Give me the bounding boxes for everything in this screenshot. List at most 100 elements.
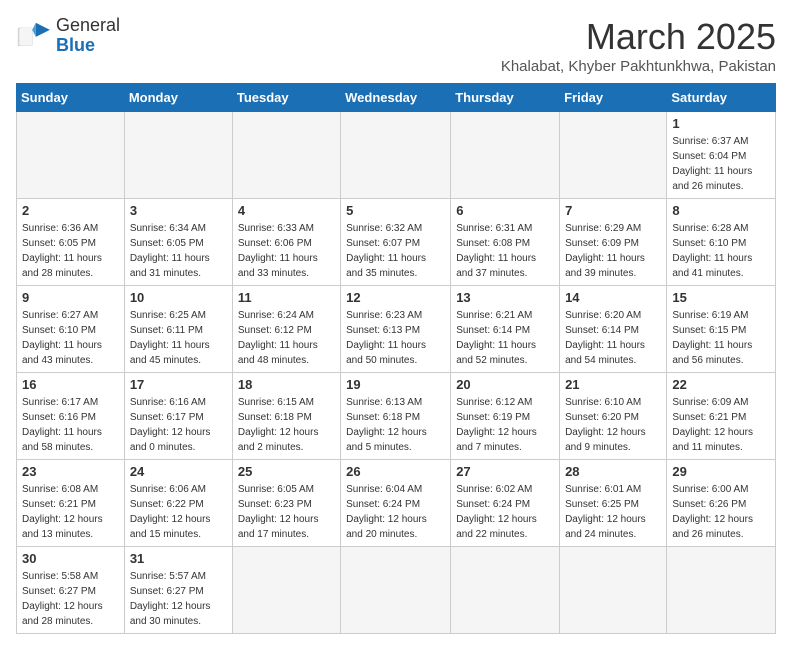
- week-row-1: 2 Sunrise: 6:36 AM Sunset: 6:05 PM Daylig…: [17, 199, 776, 286]
- calendar-cell: 20 Sunrise: 6:12 AM Sunset: 6:19 PM Dayli…: [451, 373, 560, 460]
- header: GeneralBlue March 2025 Khalabat, Khyber …: [16, 16, 776, 75]
- calendar-cell: [560, 547, 667, 634]
- day-number: 24: [130, 464, 227, 479]
- calendar-cell: 2 Sunrise: 6:36 AM Sunset: 6:05 PM Daylig…: [17, 199, 125, 286]
- day-info: Sunrise: 6:25 AM Sunset: 6:11 PM Dayligh…: [130, 308, 227, 368]
- day-number: 30: [22, 551, 119, 566]
- day-number: 10: [130, 290, 227, 305]
- calendar-cell: 24 Sunrise: 6:06 AM Sunset: 6:22 PM Dayli…: [124, 460, 232, 547]
- day-number: 26: [346, 464, 445, 479]
- weekday-header-friday: Friday: [560, 84, 667, 112]
- title-area: March 2025 Khalabat, Khyber Pakhtunkhwa,…: [501, 16, 776, 75]
- location-title: Khalabat, Khyber Pakhtunkhwa, Pakistan: [501, 58, 776, 75]
- day-info: Sunrise: 6:27 AM Sunset: 6:10 PM Dayligh…: [22, 308, 119, 368]
- day-info: Sunrise: 6:28 AM Sunset: 6:10 PM Dayligh…: [672, 221, 770, 281]
- day-info: Sunrise: 6:08 AM Sunset: 6:21 PM Dayligh…: [22, 482, 119, 542]
- calendar-cell: 31 Sunrise: 5:57 AM Sunset: 6:27 PM Dayli…: [124, 547, 232, 634]
- calendar-cell: 6 Sunrise: 6:31 AM Sunset: 6:08 PM Daylig…: [451, 199, 560, 286]
- day-info: Sunrise: 6:10 AM Sunset: 6:20 PM Dayligh…: [565, 395, 661, 455]
- calendar-cell: 8 Sunrise: 6:28 AM Sunset: 6:10 PM Daylig…: [667, 199, 776, 286]
- calendar-cell: [451, 112, 560, 199]
- calendar-cell: 3Sunrise: 6:34 AM Sunset: 6:05 PM Daylig…: [124, 199, 232, 286]
- day-number: 29: [672, 464, 770, 479]
- day-info: Sunrise: 6:34 AM Sunset: 6:05 PM Dayligh…: [130, 221, 227, 281]
- day-info: Sunrise: 5:58 AM Sunset: 6:27 PM Dayligh…: [22, 569, 119, 629]
- day-info: Sunrise: 6:19 AM Sunset: 6:15 PM Dayligh…: [672, 308, 770, 368]
- day-number: 16: [22, 377, 119, 392]
- day-info: Sunrise: 6:20 AM Sunset: 6:14 PM Dayligh…: [565, 308, 661, 368]
- logo-icon: [16, 21, 52, 51]
- calendar-cell: 5Sunrise: 6:32 AM Sunset: 6:07 PM Daylig…: [341, 199, 451, 286]
- day-info: Sunrise: 6:04 AM Sunset: 6:24 PM Dayligh…: [346, 482, 445, 542]
- calendar-cell: 17Sunrise: 6:16 AM Sunset: 6:17 PM Dayli…: [124, 373, 232, 460]
- day-number: 11: [238, 290, 335, 305]
- day-number: 25: [238, 464, 335, 479]
- week-row-5: 30 Sunrise: 5:58 AM Sunset: 6:27 PM Dayli…: [17, 547, 776, 634]
- calendar-cell: [341, 547, 451, 634]
- day-info: Sunrise: 5:57 AM Sunset: 6:27 PM Dayligh…: [130, 569, 227, 629]
- day-number: 27: [456, 464, 554, 479]
- day-number: 5: [346, 203, 445, 218]
- calendar-cell: 27Sunrise: 6:02 AM Sunset: 6:24 PM Dayli…: [451, 460, 560, 547]
- day-number: 31: [130, 551, 227, 566]
- calendar-cell: 21 Sunrise: 6:10 AM Sunset: 6:20 PM Dayli…: [560, 373, 667, 460]
- week-row-2: 9 Sunrise: 6:27 AM Sunset: 6:10 PM Daylig…: [17, 286, 776, 373]
- weekday-header-sunday: Sunday: [17, 84, 125, 112]
- calendar-cell: 15 Sunrise: 6:19 AM Sunset: 6:15 PM Dayli…: [667, 286, 776, 373]
- day-info: Sunrise: 6:23 AM Sunset: 6:13 PM Dayligh…: [346, 308, 445, 368]
- calendar-cell: 16 Sunrise: 6:17 AM Sunset: 6:16 PM Dayli…: [17, 373, 125, 460]
- calendar-cell: 29 Sunrise: 6:00 AM Sunset: 6:26 PM Dayli…: [667, 460, 776, 547]
- calendar-cell: 22Sunrise: 6:09 AM Sunset: 6:21 PM Dayli…: [667, 373, 776, 460]
- day-number: 15: [672, 290, 770, 305]
- calendar-cell: 10 Sunrise: 6:25 AM Sunset: 6:11 PM Dayli…: [124, 286, 232, 373]
- day-info: Sunrise: 6:06 AM Sunset: 6:22 PM Dayligh…: [130, 482, 227, 542]
- day-info: Sunrise: 6:17 AM Sunset: 6:16 PM Dayligh…: [22, 395, 119, 455]
- day-number: 13: [456, 290, 554, 305]
- day-info: Sunrise: 6:05 AM Sunset: 6:23 PM Dayligh…: [238, 482, 335, 542]
- month-title: March 2025: [501, 16, 776, 58]
- day-number: 18: [238, 377, 335, 392]
- day-info: Sunrise: 6:29 AM Sunset: 6:09 PM Dayligh…: [565, 221, 661, 281]
- day-number: 2: [22, 203, 119, 218]
- calendar-cell: 28 Sunrise: 6:01 AM Sunset: 6:25 PM Dayli…: [560, 460, 667, 547]
- week-row-3: 16 Sunrise: 6:17 AM Sunset: 6:16 PM Dayli…: [17, 373, 776, 460]
- logo: GeneralBlue: [16, 16, 120, 56]
- day-number: 6: [456, 203, 554, 218]
- day-info: Sunrise: 6:37 AM Sunset: 6:04 PM Dayligh…: [672, 134, 770, 194]
- day-number: 17: [130, 377, 227, 392]
- day-info: Sunrise: 6:12 AM Sunset: 6:19 PM Dayligh…: [456, 395, 554, 455]
- calendar-cell: 7 Sunrise: 6:29 AM Sunset: 6:09 PM Daylig…: [560, 199, 667, 286]
- calendar-cell: [667, 547, 776, 634]
- week-row-0: 1 Sunrise: 6:37 AM Sunset: 6:04 PM Daylig…: [17, 112, 776, 199]
- week-row-4: 23 Sunrise: 6:08 AM Sunset: 6:21 PM Dayli…: [17, 460, 776, 547]
- day-number: 28: [565, 464, 661, 479]
- day-info: Sunrise: 6:09 AM Sunset: 6:21 PM Dayligh…: [672, 395, 770, 455]
- calendar-cell: 18 Sunrise: 6:15 AM Sunset: 6:18 PM Dayli…: [232, 373, 340, 460]
- day-info: Sunrise: 6:00 AM Sunset: 6:26 PM Dayligh…: [672, 482, 770, 542]
- calendar-cell: 19Sunrise: 6:13 AM Sunset: 6:18 PM Dayli…: [341, 373, 451, 460]
- day-info: Sunrise: 6:36 AM Sunset: 6:05 PM Dayligh…: [22, 221, 119, 281]
- logo-text: GeneralBlue: [56, 16, 120, 56]
- day-number: 8: [672, 203, 770, 218]
- calendar-cell: 23 Sunrise: 6:08 AM Sunset: 6:21 PM Dayli…: [17, 460, 125, 547]
- calendar-cell: [451, 547, 560, 634]
- calendar-cell: 13Sunrise: 6:21 AM Sunset: 6:14 PM Dayli…: [451, 286, 560, 373]
- day-number: 9: [22, 290, 119, 305]
- weekday-header-thursday: Thursday: [451, 84, 560, 112]
- calendar-cell: [124, 112, 232, 199]
- weekday-header-tuesday: Tuesday: [232, 84, 340, 112]
- calendar-cell: [560, 112, 667, 199]
- day-info: Sunrise: 6:15 AM Sunset: 6:18 PM Dayligh…: [238, 395, 335, 455]
- day-info: Sunrise: 6:01 AM Sunset: 6:25 PM Dayligh…: [565, 482, 661, 542]
- day-info: Sunrise: 6:31 AM Sunset: 6:08 PM Dayligh…: [456, 221, 554, 281]
- day-number: 20: [456, 377, 554, 392]
- calendar-cell: [232, 547, 340, 634]
- day-number: 23: [22, 464, 119, 479]
- day-number: 1: [672, 116, 770, 131]
- calendar-cell: [341, 112, 451, 199]
- day-number: 14: [565, 290, 661, 305]
- calendar-cell: 4Sunrise: 6:33 AM Sunset: 6:06 PM Daylig…: [232, 199, 340, 286]
- day-number: 7: [565, 203, 661, 218]
- weekday-header-row: SundayMondayTuesdayWednesdayThursdayFrid…: [17, 84, 776, 112]
- day-number: 21: [565, 377, 661, 392]
